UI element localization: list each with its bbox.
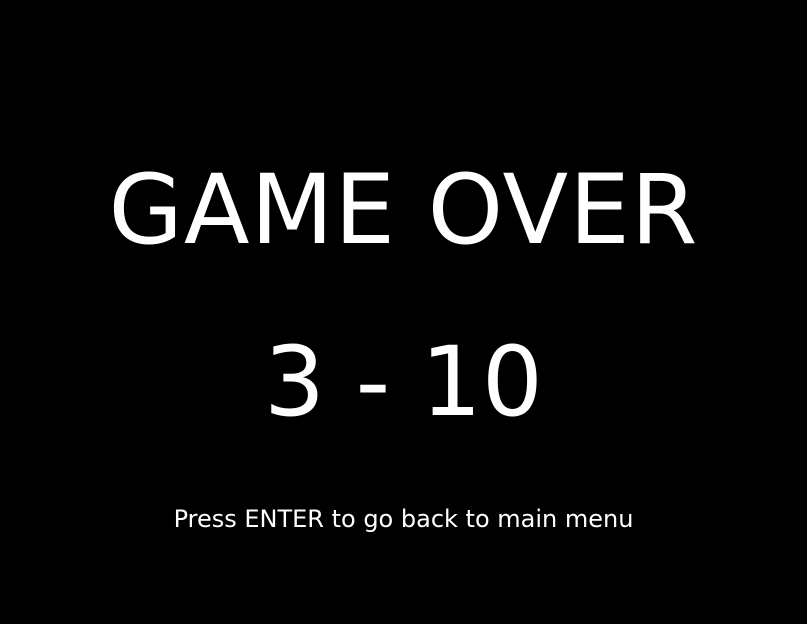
- return-to-menu-hint: Press ENTER to go back to main menu: [173, 505, 634, 533]
- game-over-screen: GAME OVER 3 - 10 Press ENTER to go back …: [0, 0, 807, 624]
- final-score: 3 - 10: [264, 326, 543, 438]
- game-over-title: GAME OVER: [108, 154, 699, 266]
